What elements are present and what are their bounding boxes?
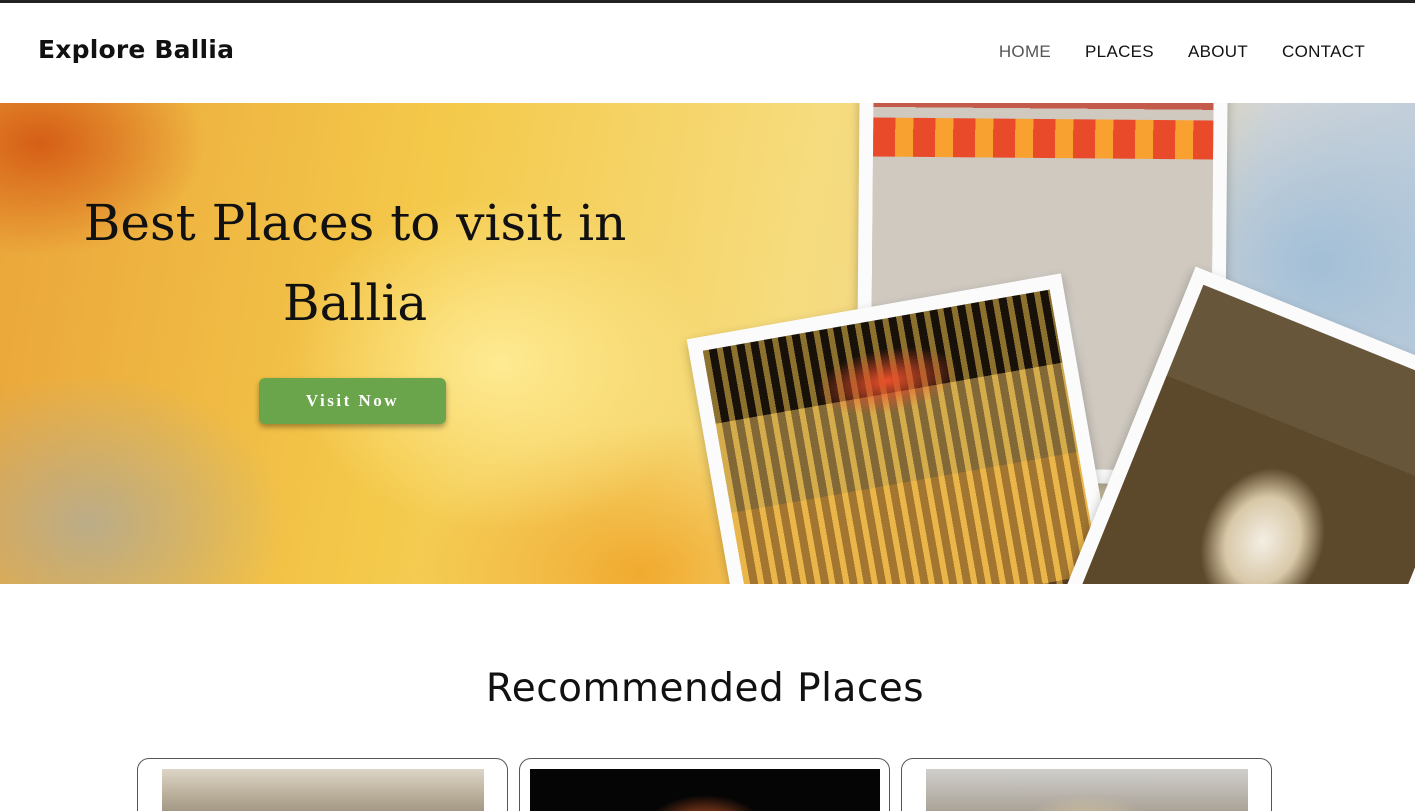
nav-about[interactable]: ABOUT	[1188, 42, 1248, 62]
visit-now-button[interactable]: Visit Now	[259, 378, 446, 424]
nav-home[interactable]: HOME	[999, 42, 1051, 62]
place-card[interactable]	[519, 758, 890, 811]
hero-banner: Best Places to visit in Ballia Visit Now	[0, 103, 1415, 584]
hero-title-line-1: Best Places to visit in	[83, 194, 627, 252]
recommended-title: Recommended Places	[485, 666, 925, 711]
hero-title-line-2: Ballia	[282, 274, 428, 332]
place-card-image	[530, 769, 880, 811]
nav-contact[interactable]: CONTACT	[1282, 42, 1365, 62]
place-card[interactable]	[137, 758, 508, 811]
hero-heading: Best Places to visit in Ballia	[40, 183, 670, 343]
place-card-image	[162, 769, 484, 811]
nav-places[interactable]: PLACES	[1085, 42, 1154, 62]
site-header: Explore Ballia HOME PLACES ABOUT CONTACT	[0, 3, 1415, 103]
main-nav: HOME PLACES ABOUT CONTACT	[999, 42, 1365, 62]
hero-title: Best Places to visit in Ballia	[40, 183, 670, 343]
place-card[interactable]	[901, 758, 1272, 811]
brand-logo-text[interactable]: Explore Ballia	[38, 35, 234, 64]
place-card-image	[926, 769, 1248, 811]
